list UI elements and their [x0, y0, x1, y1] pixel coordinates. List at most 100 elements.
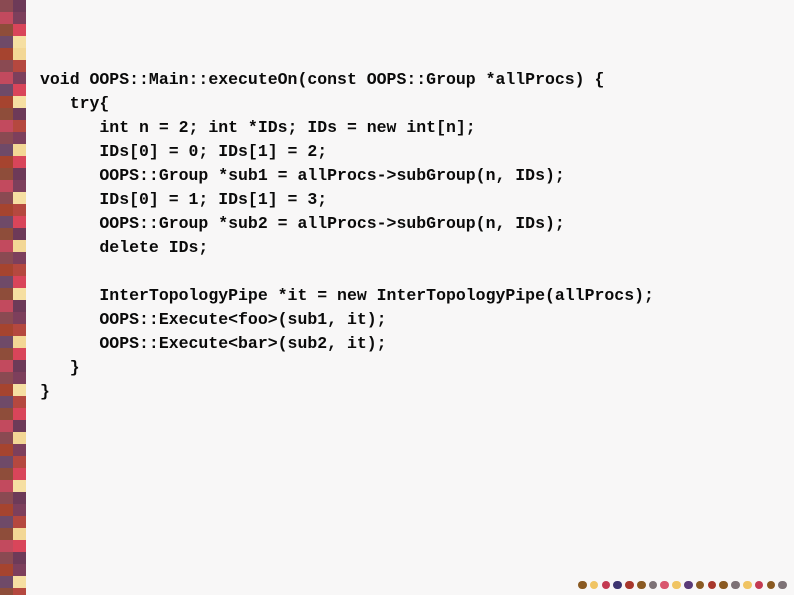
decorative-dot: [778, 580, 787, 590]
mosaic-tile: [13, 504, 26, 516]
mosaic-tile: [13, 36, 26, 48]
mosaic-tile: [13, 180, 26, 192]
code-line: IDs[0] = 1; IDs[1] = 3;: [40, 190, 328, 209]
code-line: OOPS::Execute<bar>(sub2, it);: [40, 334, 387, 353]
mosaic-tile: [0, 108, 13, 120]
mosaic-tile: [13, 288, 26, 300]
mosaic-tile: [0, 264, 13, 276]
mosaic-tile: [0, 204, 13, 216]
decorative-dot: [766, 580, 776, 590]
mosaic-tile: [0, 528, 13, 540]
mosaic-tile: [0, 192, 13, 204]
mosaic-tile: [13, 312, 26, 324]
mosaic-tile: [13, 60, 26, 72]
mosaic-tile: [0, 336, 13, 348]
mosaic-tile: [0, 456, 13, 468]
decorative-dot: [731, 580, 740, 590]
mosaic-tile: [0, 516, 13, 528]
mosaic-tile: [13, 132, 26, 144]
mosaic-tile: [0, 504, 13, 516]
mosaic-tile: [0, 312, 13, 324]
code-line: OOPS::Execute<foo>(sub1, it);: [40, 310, 387, 329]
decorative-dot: [625, 580, 634, 590]
code-line: InterTopologyPipe *it = new InterTopolog…: [40, 286, 654, 305]
mosaic-tile: [0, 408, 13, 420]
decorative-dot: [707, 580, 717, 590]
mosaic-tile: [13, 324, 26, 336]
mosaic-tile: [13, 300, 26, 312]
mosaic-tile: [0, 168, 13, 180]
mosaic-tile: [0, 588, 13, 595]
mosaic-tile: [0, 540, 13, 552]
decorative-dot: [589, 580, 599, 590]
mosaic-tile: [13, 72, 26, 84]
mosaic-tile: [13, 360, 26, 372]
mosaic-tile: [0, 96, 13, 108]
code-line: void OOPS::Main::executeOn(const OOPS::G…: [40, 70, 605, 89]
mosaic-tile: [13, 204, 26, 216]
mosaic-tile: [0, 576, 13, 588]
mosaic-tile: [13, 156, 26, 168]
code-line: IDs[0] = 0; IDs[1] = 2;: [40, 142, 328, 161]
mosaic-tile: [0, 396, 13, 408]
mosaic-tile: [13, 420, 26, 432]
decorative-dot: [648, 580, 658, 590]
mosaic-tile: [0, 120, 13, 132]
decorative-dot: [754, 580, 764, 590]
mosaic-tile: [13, 24, 26, 36]
mosaic-tile: [0, 36, 13, 48]
mosaic-tile: [13, 84, 26, 96]
mosaic-tile: [13, 576, 26, 588]
decorative-dot: [636, 580, 646, 590]
mosaic-tile: [0, 324, 13, 336]
mosaic-tile: [0, 468, 13, 480]
mosaic-tile: [13, 12, 26, 24]
code-line: int n = 2; int *IDs; IDs = new int[n];: [40, 118, 476, 137]
decorative-dot: [578, 580, 587, 590]
mosaic-tile: [13, 480, 26, 492]
mosaic-tile: [13, 372, 26, 384]
decorative-dot: [684, 580, 693, 590]
mosaic-tile: [0, 144, 13, 156]
decorative-dot: [742, 580, 752, 590]
mosaic-tile: [0, 492, 13, 504]
decorative-dot: [613, 580, 622, 590]
mosaic-tile: [0, 216, 13, 228]
mosaic-tile: [13, 456, 26, 468]
mosaic-tile: [0, 276, 13, 288]
mosaic-tile: [0, 48, 13, 60]
mosaic-tile: [0, 84, 13, 96]
decorative-dot: [719, 580, 728, 590]
mosaic-tile: [0, 288, 13, 300]
code-line: try{: [40, 94, 110, 113]
mosaic-tile: [13, 540, 26, 552]
mosaic-tile: [0, 132, 13, 144]
mosaic-tile: [13, 528, 26, 540]
code-line: OOPS::Group *sub1 = allProcs->subGroup(n…: [40, 166, 565, 185]
decorative-dot: [660, 580, 670, 590]
mosaic-tile: [13, 444, 26, 456]
code-block: void OOPS::Main::executeOn(const OOPS::G…: [40, 68, 780, 404]
mosaic-tile: [13, 144, 26, 156]
code-line: }: [40, 382, 50, 401]
mosaic-tile: [0, 432, 13, 444]
mosaic-tile: [13, 96, 26, 108]
mosaic-tile: [0, 300, 13, 312]
decorative-dot-strip: [578, 578, 790, 592]
mosaic-tile: [13, 396, 26, 408]
mosaic-tile: [0, 12, 13, 24]
mosaic-tile: [13, 168, 26, 180]
mosaic-tile: [0, 480, 13, 492]
mosaic-tile: [13, 552, 26, 564]
mosaic-tile: [0, 360, 13, 372]
mosaic-tile: [0, 348, 13, 360]
code-line: OOPS::Group *sub2 = allProcs->subGroup(n…: [40, 214, 565, 233]
mosaic-tile: [0, 0, 13, 12]
mosaic-tile: [13, 516, 26, 528]
mosaic-tile: [13, 48, 26, 60]
mosaic-tile: [0, 252, 13, 264]
decorative-dot: [601, 580, 611, 590]
mosaic-tile: [13, 336, 26, 348]
mosaic-tile: [0, 240, 13, 252]
